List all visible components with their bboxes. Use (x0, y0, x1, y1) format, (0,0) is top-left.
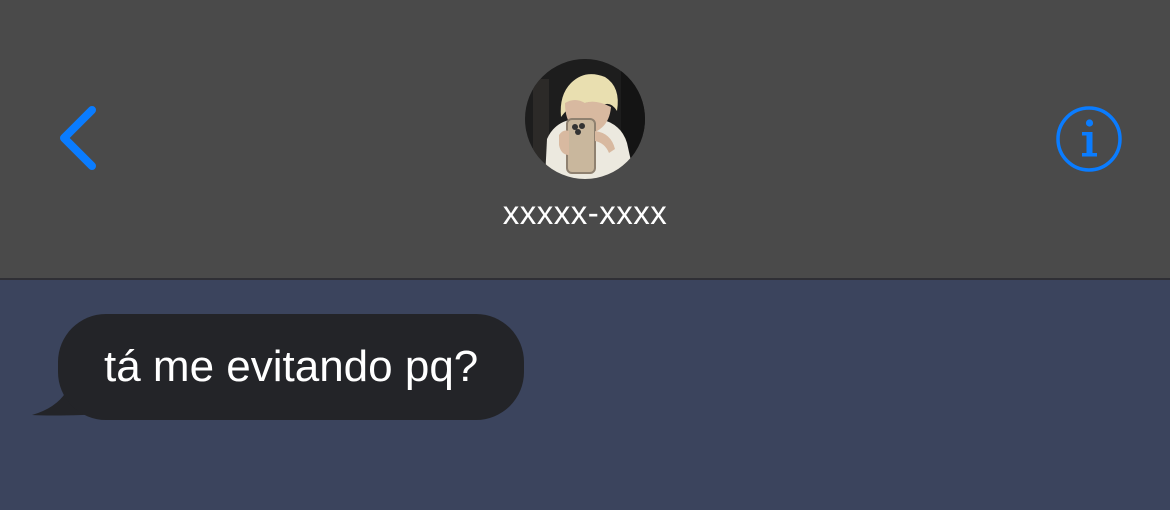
contact-name[interactable]: xxxxx-xxxx (385, 194, 785, 232)
contact-photo (525, 59, 645, 179)
conversation-header: xxxxx-xxxx (0, 0, 1170, 280)
contact-avatar[interactable] (525, 59, 645, 179)
back-button[interactable] (50, 98, 110, 182)
chevron-left-icon (60, 106, 96, 170)
messages-screen: xxxxx-xxxx tá me evitando pq? (0, 0, 1170, 510)
message-text: tá me evitando pq? (104, 342, 479, 391)
info-circle-icon (1056, 106, 1122, 172)
message-row-incoming: tá me evitando pq? (28, 314, 588, 424)
message-bubble[interactable]: tá me evitando pq? (58, 314, 525, 420)
info-button[interactable] (1054, 104, 1124, 174)
